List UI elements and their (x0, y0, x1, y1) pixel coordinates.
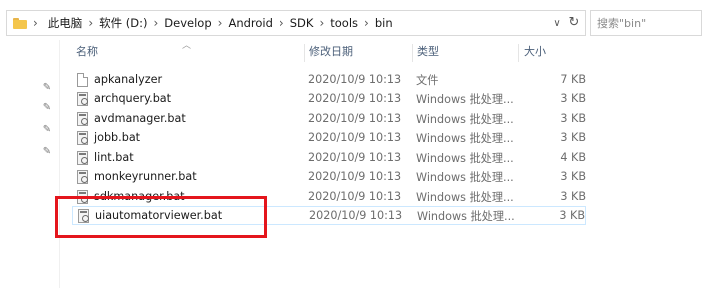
navigation-pane: ✎ ✎ ✎ ✎ (0, 40, 60, 288)
file-type: Windows 批处理... (416, 170, 514, 184)
file-size: 3 KB (560, 112, 586, 125)
file-type: Windows 批处理... (416, 131, 514, 145)
breadcrumb-item-develop[interactable]: Develop (164, 16, 211, 30)
file-row[interactable]: jobb.bat 2020/10/9 10:13 Windows 批处理... … (72, 128, 586, 147)
bat-file-icon (77, 169, 88, 184)
search-input[interactable] (597, 16, 701, 30)
column-header-size[interactable]: 大小 (524, 40, 546, 64)
chevron-down-icon[interactable]: ∨ (549, 18, 565, 29)
file-date: 2020/10/9 10:13 (309, 209, 403, 222)
file-type: Windows 批处理... (416, 151, 514, 165)
chevron-right-icon[interactable]: › (153, 16, 158, 30)
chevron-right-icon[interactable]: › (279, 16, 284, 30)
refresh-icon[interactable]: ↻ (565, 14, 583, 32)
file-size: 3 KB (560, 92, 586, 105)
file-size: 3 KB (560, 190, 586, 203)
file-row[interactable]: avdmanager.bat 2020/10/9 10:13 Windows 批… (72, 109, 586, 128)
file-type: Windows 批处理... (416, 112, 514, 126)
file-icon (77, 72, 88, 87)
column-divider[interactable] (518, 44, 519, 62)
file-date: 2020/10/9 10:13 (308, 131, 402, 144)
column-header-type[interactable]: 类型 (417, 40, 439, 64)
folder-icon (13, 17, 27, 29)
file-size: 3 KB (560, 170, 586, 183)
file-size: 3 KB (560, 131, 586, 144)
breadcrumb: 此电脑 › 软件 (D:) › Develop › Android › SDK … (48, 15, 393, 31)
breadcrumb-item-sdk[interactable]: SDK (290, 16, 314, 30)
file-size: 4 KB (560, 151, 586, 164)
chevron-right-icon[interactable]: › (218, 16, 223, 30)
breadcrumb-item-bin[interactable]: bin (375, 16, 393, 30)
breadcrumb-item-this-pc[interactable]: 此电脑 (48, 15, 83, 31)
chevron-right-icon[interactable]: › (88, 16, 93, 30)
breadcrumb-item-tools[interactable]: tools (330, 16, 358, 30)
bat-file-icon (77, 91, 88, 106)
file-date: 2020/10/9 10:13 (308, 92, 402, 105)
bat-file-icon (77, 111, 88, 126)
file-name: monkeyrunner.bat (94, 170, 197, 183)
file-row[interactable]: lint.bat 2020/10/9 10:13 Windows 批处理... … (72, 148, 586, 167)
sort-ascending-icon: ︿ (182, 41, 192, 51)
column-divider[interactable] (412, 44, 413, 62)
file-name: archquery.bat (94, 92, 172, 105)
search-box[interactable] (590, 10, 702, 36)
file-row[interactable]: apkanalyzer 2020/10/9 10:13 文件 7 KB (72, 70, 586, 89)
file-date: 2020/10/9 10:13 (308, 170, 402, 183)
chevron-right-icon[interactable]: › (319, 16, 324, 30)
breadcrumb-item-android[interactable]: Android (228, 16, 272, 30)
pin-icon[interactable]: ✎ (42, 82, 52, 94)
column-header-name[interactable]: 名称 (76, 40, 98, 64)
file-name: jobb.bat (94, 131, 141, 144)
file-date: 2020/10/9 10:13 (308, 73, 402, 86)
file-date: 2020/10/9 10:13 (308, 151, 402, 164)
file-size: 7 KB (560, 73, 586, 86)
column-header-date[interactable]: 修改日期 (309, 40, 353, 64)
highlight-annotation-box (55, 196, 267, 238)
bat-file-icon (77, 150, 88, 165)
file-type: Windows 批处理... (416, 92, 514, 106)
file-size: 3 KB (559, 209, 585, 222)
pin-icon[interactable]: ✎ (42, 146, 52, 158)
chevron-right-icon[interactable]: › (33, 16, 38, 30)
file-row[interactable]: archquery.bat 2020/10/9 10:13 Windows 批处… (72, 89, 586, 108)
breadcrumb-item-drive-d[interactable]: 软件 (D:) (99, 15, 147, 31)
file-date: 2020/10/9 10:13 (308, 112, 402, 125)
file-row[interactable]: monkeyrunner.bat 2020/10/9 10:13 Windows… (72, 167, 586, 186)
pin-icon[interactable]: ✎ (42, 124, 52, 136)
file-type: Windows 批处理... (417, 209, 515, 223)
file-name: lint.bat (94, 151, 134, 164)
pin-icon[interactable]: ✎ (42, 102, 52, 114)
file-type: 文件 (416, 73, 439, 87)
file-type: Windows 批处理... (416, 190, 514, 204)
bat-file-icon (77, 130, 88, 145)
chevron-right-icon[interactable]: › (364, 16, 369, 30)
file-name: apkanalyzer (94, 73, 163, 86)
column-divider[interactable] (304, 44, 305, 62)
address-bar[interactable]: › 此电脑 › 软件 (D:) › Develop › Android › SD… (6, 10, 586, 36)
file-date: 2020/10/9 10:13 (308, 190, 402, 203)
file-name: avdmanager.bat (94, 112, 186, 125)
